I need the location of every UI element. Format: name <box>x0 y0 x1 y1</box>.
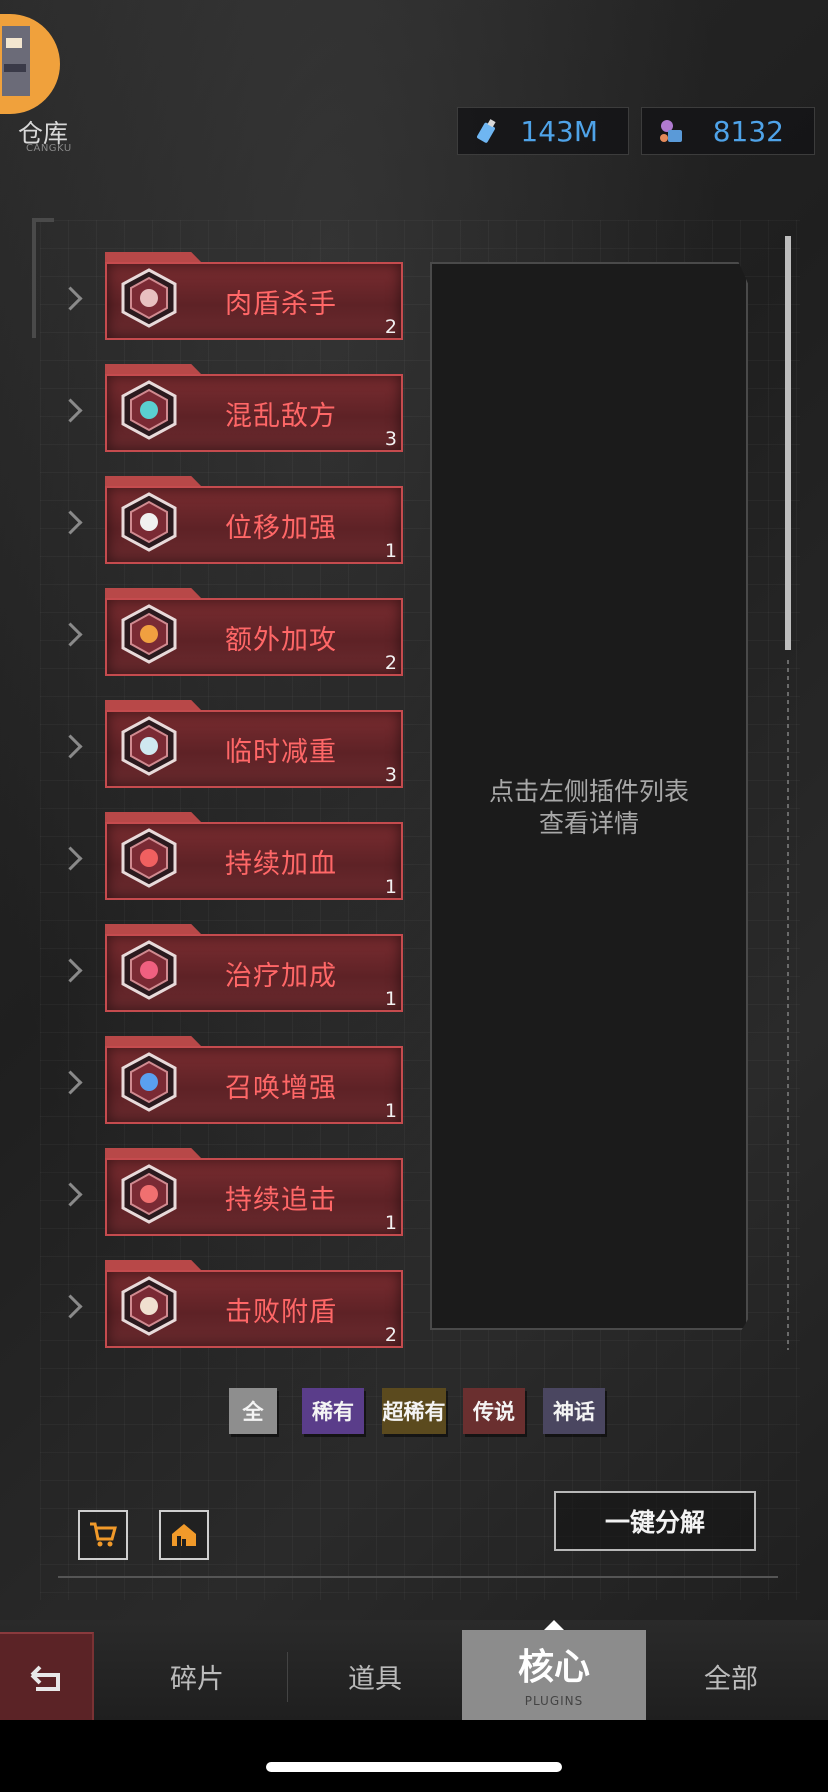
detail-hint-line2: 查看详情 <box>538 809 639 838</box>
list-scrollbar-thumb[interactable] <box>785 236 791 650</box>
plugin-emblem-icon <box>121 828 177 888</box>
resource-gear: 8132 <box>641 107 815 155</box>
plugin-count: 2 <box>384 1324 397 1346</box>
filter-legend-label: 传说 <box>473 1399 515 1424</box>
plugin-count: 3 <box>384 764 397 786</box>
plugin-emblem-icon <box>121 1052 177 1112</box>
tab-core-sublabel: PLUGINS <box>524 1694 584 1708</box>
plugin-card[interactable]: 召唤增强 1 <box>105 1036 403 1126</box>
plugin-count: 1 <box>384 1100 397 1122</box>
tab-core[interactable]: 核心 PLUGINS <box>462 1620 646 1720</box>
resource-gear-value: 8132 <box>712 114 784 148</box>
plugin-count: 3 <box>384 428 397 450</box>
house-icon <box>172 1524 196 1546</box>
resource-potion: 143M <box>457 107 629 155</box>
filter-super-rare-label: 超稀有 <box>382 1399 446 1424</box>
tab-core-label: 核心 <box>517 1646 590 1688</box>
plugin-count: 1 <box>384 876 397 898</box>
filter-myth[interactable]: 神话 <box>543 1388 605 1434</box>
plugin-name: 治疗加成 <box>225 961 337 992</box>
plugin-count: 2 <box>384 652 397 674</box>
plugin-card[interactable]: 位移加强 1 <box>105 476 403 566</box>
plugin-name: 持续追击 <box>225 1185 337 1216</box>
plugin-detail-panel: 点击左侧插件列表 查看详情 <box>430 262 748 1330</box>
cart-icon <box>90 1522 117 1547</box>
filter-rare[interactable]: 稀有 <box>302 1388 364 1434</box>
filter-super-rare[interactable]: 超稀有 <box>382 1388 446 1434</box>
tab-all[interactable]: 全部 <box>646 1632 816 1720</box>
warehouse-subtitle: CANGKU <box>26 143 72 154</box>
back-button[interactable] <box>0 1632 94 1722</box>
plugin-card[interactable]: 临时减重 3 <box>105 700 403 790</box>
plugin-emblem-icon <box>121 1164 177 1224</box>
home-button[interactable] <box>159 1510 209 1560</box>
plugin-emblem-icon <box>121 716 177 776</box>
plugin-name: 位移加强 <box>225 513 337 544</box>
plugin-card[interactable]: 肉盾杀手 2 <box>105 252 403 342</box>
filter-myth-label: 神话 <box>553 1399 595 1424</box>
plugin-count: 1 <box>384 988 397 1010</box>
plugin-name: 击败附盾 <box>225 1297 337 1328</box>
plugin-card[interactable]: 持续追击 1 <box>105 1148 403 1238</box>
decompose-label: 一键分解 <box>604 1508 705 1537</box>
tab-fragments-label: 碎片 <box>170 1663 224 1695</box>
plugin-emblem-icon <box>121 380 177 440</box>
tab-items[interactable]: 道具 <box>288 1632 462 1720</box>
plugin-emblem-icon <box>121 940 177 1000</box>
one-click-decompose-button[interactable]: 一键分解 <box>554 1491 756 1551</box>
plugin-name: 召唤增强 <box>225 1073 337 1104</box>
tab-fragments[interactable]: 碎片 <box>110 1632 284 1720</box>
plugin-card[interactable]: 击败附盾 2 <box>105 1260 403 1350</box>
robot-gear-icon <box>660 120 682 142</box>
plugin-emblem-icon <box>121 268 177 328</box>
plugin-card[interactable]: 混乱敌方 3 <box>105 364 403 454</box>
plugin-count: 2 <box>384 316 397 338</box>
plugin-name: 持续加血 <box>225 849 337 880</box>
plugin-count: 1 <box>384 1212 397 1234</box>
plugin-name: 临时减重 <box>225 737 337 768</box>
active-tab-notch <box>544 1620 564 1630</box>
system-footer <box>0 1720 828 1792</box>
plugin-emblem-icon <box>121 1276 177 1336</box>
plugin-emblem-icon <box>121 604 177 664</box>
tab-items-label: 道具 <box>348 1663 402 1695</box>
filter-all-label: 全 <box>242 1399 264 1424</box>
return-arrow-icon <box>30 1665 60 1691</box>
detail-hint-line1: 点击左侧插件列表 <box>488 777 689 806</box>
plugin-emblem-icon <box>121 492 177 552</box>
plugin-card[interactable]: 额外加攻 2 <box>105 588 403 678</box>
plugin-name: 混乱敌方 <box>225 401 337 432</box>
home-indicator[interactable] <box>266 1762 562 1772</box>
plugin-card[interactable]: 持续加血 1 <box>105 812 403 902</box>
list-scrollbar-track[interactable] <box>787 660 789 1350</box>
filter-rare-label: 稀有 <box>312 1399 354 1424</box>
filter-legend[interactable]: 传说 <box>463 1388 525 1434</box>
plugin-count: 1 <box>384 540 397 562</box>
potion-bottle-icon <box>477 119 496 143</box>
resource-potion-value: 143M <box>520 114 598 148</box>
plugin-name: 额外加攻 <box>225 625 337 656</box>
tab-all-label: 全部 <box>704 1663 758 1695</box>
filter-all[interactable]: 全 <box>229 1388 277 1434</box>
frame-edge <box>32 218 36 338</box>
plugin-name: 肉盾杀手 <box>225 289 337 320</box>
shop-button[interactable] <box>78 1510 128 1560</box>
plugin-card[interactable]: 治疗加成 1 <box>105 924 403 1014</box>
divider <box>58 1576 778 1578</box>
